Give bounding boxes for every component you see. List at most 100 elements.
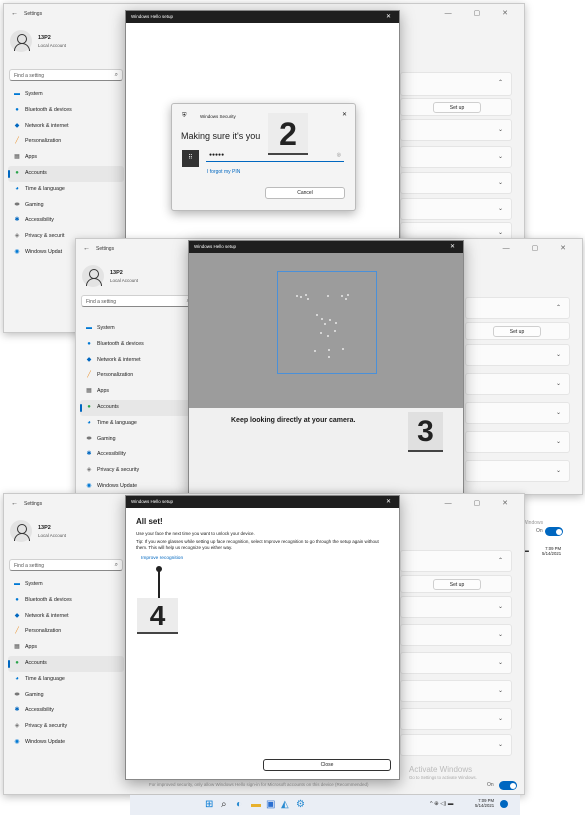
search-input[interactable]: Find a setting ⌕ [9,69,123,81]
setting-card[interactable]: ⌄ [400,119,512,141]
set-up-button[interactable]: Set up [433,579,481,590]
sidebar-item-gaming[interactable]: ⬬ Gaming [8,198,124,214]
sidebar-item-accounts[interactable]: ● Accounts [80,399,196,416]
setting-card[interactable]: ⌄ [465,402,570,424]
search-placeholder: Find a setting [86,299,117,305]
tray-clock[interactable]: 7:09 PM 5/14/2021 [475,798,494,808]
setting-card[interactable]: ⌄ [465,460,570,482]
sidebar-item-time-language[interactable]: ◕ Time & language [8,672,124,688]
time-language-icon: ◕ [87,419,91,426]
sidebar-item-label: Network & internet [25,122,69,129]
setting-card[interactable]: ⌄ [400,680,512,702]
windows-icon[interactable]: ⊞ [205,799,213,810]
window-controls[interactable]: — ▢ ✕ [445,9,518,17]
window-controls[interactable]: — ▢ ✕ [503,244,576,252]
sidebar-item-gaming[interactable]: ⬬ Gaming [80,432,196,448]
sidebar-item-accessibility[interactable]: ✱ Accessibility [8,213,124,229]
sidebar-item-personalization[interactable]: ╱ Personalization [8,134,124,150]
setting-card[interactable]: ⌄ [465,373,570,395]
sidebar-item-windows-update[interactable]: ◉ Windows Update [8,735,124,751]
sidebar-item-bluetooth[interactable]: ● Bluetooth & devices [80,337,196,353]
setting-card[interactable]: ⌄ [465,344,570,366]
sidebar-item-label: Bluetooth & devices [97,340,144,347]
sidebar-item-system[interactable]: ▬ System [80,321,196,337]
search-input[interactable]: Find a setting ⌕ [81,295,195,307]
reveal-eye-icon[interactable]: ◎ [337,152,341,158]
window-controls[interactable]: — ▢ ✕ [445,499,518,507]
setting-card[interactable]: ⌄ [400,624,512,646]
sidebar-item-accounts[interactable]: ● Accounts [8,165,124,182]
improve-recognition-link[interactable]: Improve recognition [141,556,183,561]
setting-card[interactable]: ⌄ [400,596,512,618]
close-icon[interactable]: ✕ [450,243,455,250]
sidebar-item-time-language[interactable]: ◕ Time & language [80,416,196,432]
edge-icon[interactable]: ◐ [236,799,242,810]
search-icon[interactable]: ⌕ [221,799,227,810]
sidebar-item-system[interactable]: ▬ System [8,87,124,103]
toggle-switch[interactable] [499,781,517,790]
sidebar-item-apps[interactable]: ▦ Apps [8,640,124,656]
sidebar-item-label: Personalization [25,628,62,635]
sidebar-item-privacy[interactable]: ◈ Privacy & security [8,719,124,735]
sidebar-item-accessibility[interactable]: ✱ Accessibility [8,703,124,719]
activate-windows-title: Activate Windows [409,765,473,774]
setting-card[interactable]: ⌄ [465,431,570,453]
bluetooth-icon: ● [15,596,19,603]
setting-card[interactable]: ⌄ [400,146,512,168]
setting-card[interactable]: Set up [400,98,512,116]
chevron-down-icon: ⌄ [497,742,503,748]
sidebar-item-privacy[interactable]: ◈ Privacy & security [80,463,196,479]
sidebar-item-bluetooth[interactable]: ● Bluetooth & devices [8,593,124,609]
set-up-button[interactable]: Set up [493,326,541,337]
sidebar-item-system[interactable]: ▬ System [8,577,124,593]
sidebar-item-accounts[interactable]: ● Accounts [8,655,124,672]
sidebar-item-label: Accounts [25,659,47,666]
system-icon: ▬ [14,581,20,587]
close-icon[interactable]: ✕ [386,498,391,505]
setting-card[interactable]: Set up [465,322,570,340]
settings-icon[interactable]: ⚙ [296,799,305,810]
setting-card[interactable]: Set up [400,575,512,593]
setting-card[interactable]: ⌄ [400,734,512,756]
back-arrow-icon[interactable]: ← [83,245,90,252]
sidebar-item-network[interactable]: ◆ Network & internet [80,353,196,369]
setting-card[interactable]: ⌄ [400,652,512,674]
tray-icons[interactable]: ^ ⊕ ◁) ▬ [430,801,453,807]
setting-card[interactable]: ⌃ [465,297,570,319]
account-type: Local Account [38,533,67,538]
sidebar-item-apps[interactable]: ▦ Apps [8,150,124,166]
sidebar-item-gaming[interactable]: ⬬ Gaming [8,688,124,704]
sidebar-item-label: System [25,581,43,587]
notification-icon[interactable] [500,800,508,808]
set-up-button[interactable]: Set up [433,102,481,113]
shield-icon: ◈ [14,233,20,240]
close-button[interactable]: Close [263,759,391,771]
security-heading: Making sure it's you [181,131,261,141]
close-icon[interactable]: ✕ [342,111,347,118]
photos-icon[interactable]: ◭ [281,799,289,810]
sidebar-item-apps[interactable]: ▦ Apps [80,384,196,400]
sidebar-item-accessibility[interactable]: ✱ Accessibility [80,447,196,463]
cancel-button[interactable]: Cancel [265,187,345,199]
back-arrow-icon[interactable]: ← [11,10,18,17]
sidebar-item-personalization[interactable]: ╱ Personalization [8,624,124,640]
setting-card[interactable]: ⌄ [400,198,512,220]
setting-card[interactable]: ⌄ [400,172,512,194]
forgot-pin-link[interactable]: I forgot my PIN [207,169,240,175]
chevron-down-icon: ⌄ [497,180,503,186]
sidebar-item-bluetooth[interactable]: ● Bluetooth & devices [8,103,124,119]
back-arrow-icon[interactable]: ← [11,500,18,507]
store-icon[interactable]: ▣ [266,799,275,810]
sidebar-item-time-language[interactable]: ◕ Time & language [8,182,124,198]
sidebar-item-network[interactable]: ◆ Network & internet [8,119,124,135]
sidebar-item-label: Personalization [97,372,134,379]
sidebar-item-personalization[interactable]: ╱ Personalization [80,368,196,384]
search-input[interactable]: Find a setting ⌕ [9,559,123,571]
explorer-icon[interactable]: ▬ [251,799,261,810]
setting-card[interactable]: ⌄ [400,708,512,730]
close-icon[interactable]: ✕ [386,13,391,20]
toggle-switch[interactable] [545,527,563,536]
setting-card[interactable]: ⌃ [400,550,512,572]
setting-card[interactable]: ⌃ [400,72,512,96]
sidebar-item-network[interactable]: ◆ Network & internet [8,609,124,625]
